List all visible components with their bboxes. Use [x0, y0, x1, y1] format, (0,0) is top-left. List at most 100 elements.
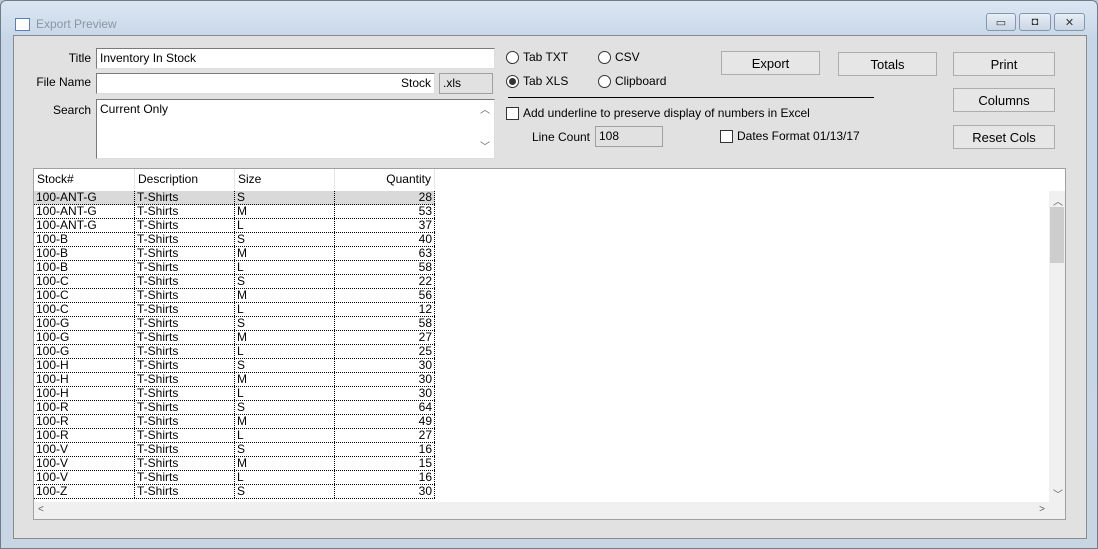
- table-row[interactable]: 100-ANT-G T-Shirts S 28: [34, 191, 435, 205]
- column-header-quantity[interactable]: Quantity: [335, 169, 435, 189]
- table-cell: S: [235, 317, 335, 330]
- table-cell: 56: [335, 289, 435, 302]
- print-button[interactable]: Print: [953, 52, 1055, 76]
- table-row[interactable]: 100-G T-Shirts L 25: [34, 345, 435, 359]
- table-row[interactable]: 100-R T-Shirts S 64: [34, 401, 435, 415]
- table-cell: L: [235, 303, 335, 316]
- scroll-down-icon[interactable]: ﹀: [480, 139, 490, 156]
- close-button[interactable]: ✕: [1054, 13, 1085, 31]
- table-cell: T-Shirts: [135, 289, 235, 302]
- vertical-scrollbar[interactable]: ︿ ﹀: [1049, 191, 1065, 503]
- divider: [508, 97, 874, 98]
- horizontal-scrollbar[interactable]: < >: [34, 502, 1065, 519]
- reset-cols-button[interactable]: Reset Cols: [953, 125, 1055, 149]
- table-cell: T-Shirts: [135, 359, 235, 372]
- table-cell: T-Shirts: [135, 471, 235, 484]
- table-cell: 100-C: [34, 275, 135, 288]
- table-cell: T-Shirts: [135, 331, 235, 344]
- minimize-button[interactable]: ▭: [986, 13, 1016, 31]
- table-row[interactable]: 100-R T-Shirts L 27: [34, 429, 435, 443]
- table-row[interactable]: 100-H T-Shirts S 30: [34, 359, 435, 373]
- table-cell: 100-ANT-G: [34, 205, 135, 218]
- search-textarea[interactable]: Current Only ︿ ﹀: [96, 99, 495, 159]
- radio-tab-txt[interactable]: Tab TXT: [506, 50, 568, 64]
- table-cell: 30: [335, 485, 435, 498]
- table-cell: 100-G: [34, 317, 135, 330]
- table-row[interactable]: 100-ANT-G T-Shirts M 53: [34, 205, 435, 219]
- table-row[interactable]: 100-H T-Shirts M 30: [34, 373, 435, 387]
- checkbox-label: Add underline to preserve display of num…: [523, 106, 810, 120]
- table-row[interactable]: 100-G T-Shirts S 58: [34, 317, 435, 331]
- table-cell: 100-V: [34, 457, 135, 470]
- table-cell: S: [235, 275, 335, 288]
- table-row[interactable]: 100-B T-Shirts S 40: [34, 233, 435, 247]
- radio-circle: [506, 50, 519, 64]
- table-cell: T-Shirts: [135, 387, 235, 400]
- radio-label: CSV: [615, 50, 640, 64]
- window-title: Export Preview: [36, 17, 117, 31]
- table-row[interactable]: 100-C T-Shirts M 56: [34, 289, 435, 303]
- export-button[interactable]: Export: [721, 51, 820, 75]
- underline-checkbox[interactable]: Add underline to preserve display of num…: [506, 106, 810, 120]
- table-row[interactable]: 100-B T-Shirts M 63: [34, 247, 435, 261]
- radio-clipboard[interactable]: Clipboard: [598, 74, 666, 88]
- table-row[interactable]: 100-Z T-Shirts S 30: [34, 485, 435, 499]
- radio-label: Clipboard: [615, 74, 667, 88]
- table-cell: S: [235, 191, 335, 204]
- table-cell: 100-H: [34, 359, 135, 372]
- table-cell: 100-G: [34, 345, 135, 358]
- table-cell: M: [235, 289, 335, 302]
- columns-button[interactable]: Columns: [953, 88, 1055, 112]
- preview-grid[interactable]: Stock# Description Size Quantity 100-ANT…: [33, 168, 1066, 520]
- checkbox-box: [720, 129, 733, 143]
- table-cell: T-Shirts: [135, 317, 235, 330]
- table-cell: S: [235, 359, 335, 372]
- table-row[interactable]: 100-ANT-G T-Shirts L 37: [34, 219, 435, 233]
- table-cell: T-Shirts: [135, 233, 235, 246]
- scroll-right-icon[interactable]: >: [1039, 504, 1045, 515]
- table-cell: 100-V: [34, 471, 135, 484]
- title-label: Title: [68, 51, 91, 65]
- totals-button[interactable]: Totals: [838, 52, 937, 76]
- search-value: Current Only: [100, 102, 169, 116]
- table-cell: S: [235, 401, 335, 414]
- radio-tab-xls[interactable]: Tab XLS: [506, 74, 568, 88]
- file-name-input[interactable]: Stock: [96, 73, 435, 94]
- table-cell: T-Shirts: [135, 345, 235, 358]
- table-cell: 100-V: [34, 443, 135, 456]
- table-cell: M: [235, 331, 335, 344]
- table-cell: 22: [335, 275, 435, 288]
- scroll-left-icon[interactable]: <: [38, 504, 44, 515]
- scroll-thumb[interactable]: [1050, 207, 1064, 263]
- table-cell: S: [235, 233, 335, 246]
- table-row[interactable]: 100-V T-Shirts M 15: [34, 457, 435, 471]
- table-cell: T-Shirts: [135, 485, 235, 498]
- dates-format-checkbox[interactable]: Dates Format 01/13/17: [720, 129, 860, 143]
- table-row[interactable]: 100-C T-Shirts L 12: [34, 303, 435, 317]
- column-header-stock[interactable]: Stock#: [34, 169, 135, 189]
- scroll-up-icon[interactable]: ︿: [1053, 193, 1063, 208]
- table-cell: L: [235, 345, 335, 358]
- table-cell: 15: [335, 457, 435, 470]
- table-cell: L: [235, 261, 335, 274]
- radio-csv[interactable]: CSV: [598, 50, 640, 64]
- column-header-description[interactable]: Description: [135, 169, 235, 189]
- table-row[interactable]: 100-H T-Shirts L 30: [34, 387, 435, 401]
- column-header-size[interactable]: Size: [235, 169, 335, 189]
- title-input[interactable]: Inventory In Stock: [96, 48, 495, 69]
- table-row[interactable]: 100-C T-Shirts S 22: [34, 275, 435, 289]
- table-row[interactable]: 100-G T-Shirts M 27: [34, 331, 435, 345]
- table-cell: 30: [335, 387, 435, 400]
- table-row[interactable]: 100-V T-Shirts L 16: [34, 471, 435, 485]
- table-cell: T-Shirts: [135, 303, 235, 316]
- table-cell: M: [235, 373, 335, 386]
- scroll-up-icon[interactable]: ︿: [480, 102, 490, 119]
- table-cell: L: [235, 219, 335, 232]
- table-cell: 12: [335, 303, 435, 316]
- maximize-button[interactable]: ◘: [1019, 13, 1051, 31]
- table-row[interactable]: 100-R T-Shirts M 49: [34, 415, 435, 429]
- table-cell: 63: [335, 247, 435, 260]
- table-row[interactable]: 100-B T-Shirts L 58: [34, 261, 435, 275]
- scroll-down-icon[interactable]: ﹀: [1053, 486, 1063, 501]
- table-row[interactable]: 100-V T-Shirts S 16: [34, 443, 435, 457]
